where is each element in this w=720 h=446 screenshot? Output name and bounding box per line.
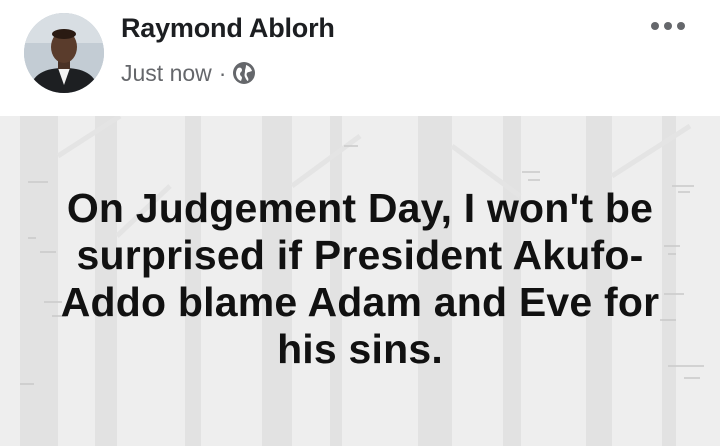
author-avatar[interactable] bbox=[24, 13, 104, 93]
post-text: On Judgement Day, I won't be surprised i… bbox=[60, 185, 660, 372]
facebook-post: Raymond Ablorh Just now · On Judgement D… bbox=[0, 0, 720, 446]
globe-icon[interactable] bbox=[232, 61, 256, 85]
meta-separator: · bbox=[218, 59, 227, 86]
author-name[interactable]: Raymond Ablorh bbox=[121, 13, 335, 44]
post-content: On Judgement Day, I won't be surprised i… bbox=[0, 116, 720, 446]
more-options-icon[interactable] bbox=[648, 16, 688, 36]
post-meta: Just now · bbox=[121, 58, 256, 88]
post-header: Raymond Ablorh Just now · bbox=[0, 0, 720, 116]
post-timestamp[interactable]: Just now bbox=[121, 60, 212, 87]
